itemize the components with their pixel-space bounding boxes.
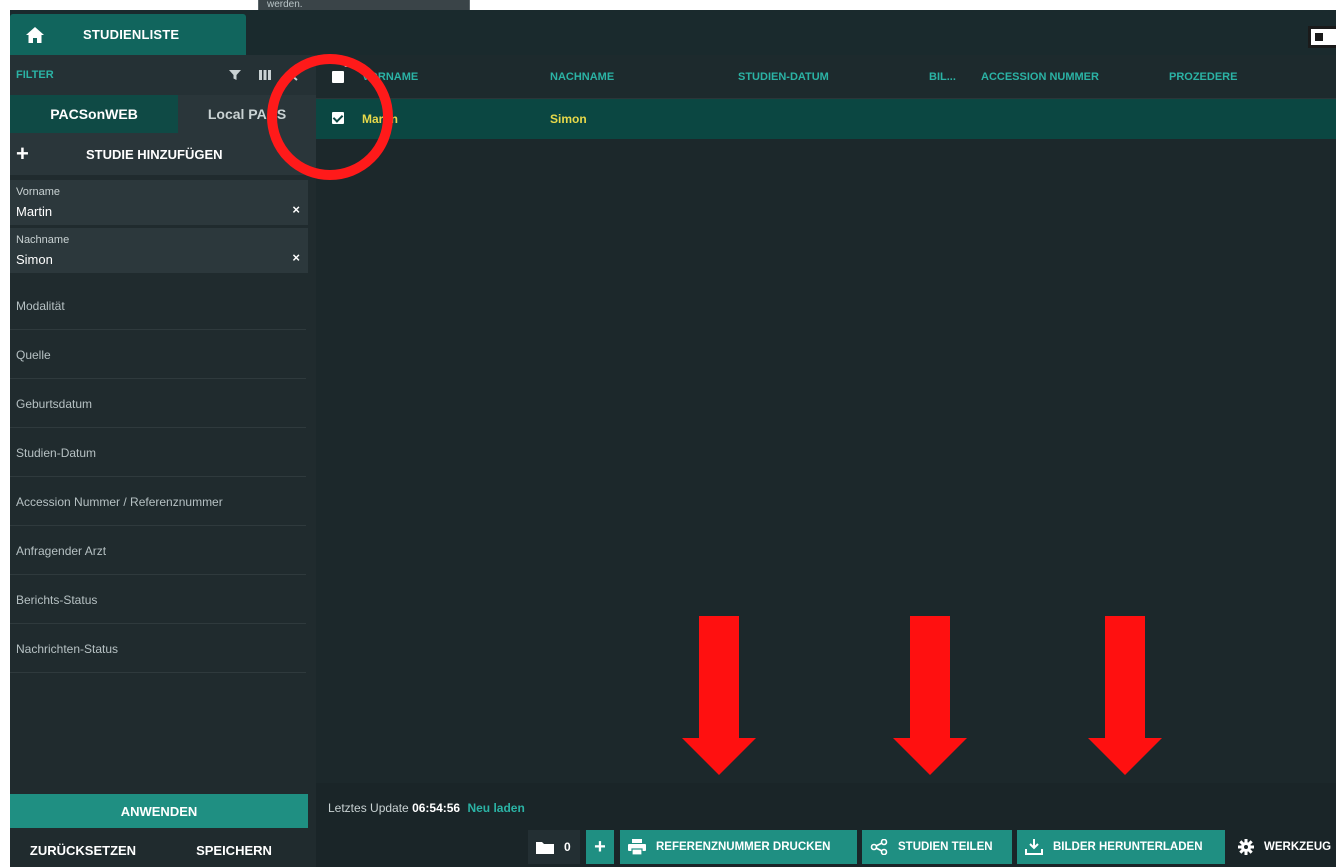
apply-button[interactable]: ANWENDEN (10, 794, 308, 828)
tab-pacsonweb[interactable]: PACSonWEB (10, 95, 178, 133)
folder-counter[interactable]: 0 (528, 830, 580, 864)
folder-count: 0 (564, 840, 571, 854)
share-studies-button[interactable]: STUDIEN TEILEN (862, 830, 1012, 864)
table-header: 1 VORNAME NACHNAME STUDIEN-DATUM BIL... … (316, 55, 1336, 99)
filter-geburtsdatum[interactable]: Geburtsdatum (10, 380, 306, 428)
gear-icon (1238, 839, 1254, 855)
row-vorname: Martin (362, 112, 398, 126)
sidebar-bottom-buttons: ZURÜCKSETZEN SPEICHERN (10, 834, 316, 867)
plus-icon: + (16, 141, 29, 166)
filter-sidebar: FILTER PACSonWEB Local PACS + STUDIE HIN… (10, 55, 316, 867)
vorname-field-value[interactable]: Martin (16, 204, 52, 219)
top-strip (0, 0, 1336, 10)
vorname-field-label: Vorname (16, 186, 61, 198)
filter-quelle[interactable]: Quelle (10, 331, 306, 379)
home-icon[interactable] (24, 25, 46, 45)
selected-count: 1 (344, 59, 350, 69)
clear-vorname-icon[interactable]: × (292, 202, 300, 217)
filter-berichts-status[interactable]: Berichts-Status (10, 576, 306, 624)
study-list: 1 VORNAME NACHNAME STUDIEN-DATUM BIL... … (316, 55, 1336, 783)
download-images-label: BILDER HERUNTERLADEN (1053, 841, 1203, 853)
last-update-time: 06:54:56 (412, 801, 461, 815)
source-tabs: PACSonWEB Local PACS (10, 95, 316, 133)
tab-studienliste-label: STUDIENLISTE (83, 27, 180, 42)
tools-button[interactable]: WERKZEUG (1232, 830, 1336, 864)
table-row[interactable]: Martin Simon (316, 99, 1336, 139)
add-study-label: STUDIE HINZUFÜGEN (86, 146, 223, 162)
print-reference-label: REFERENZNUMMER DRUCKEN (656, 841, 831, 853)
last-update: Letztes Update 06:54:56 Neu laden (328, 801, 525, 815)
print-reference-button[interactable]: REFERENZNUMMER DRUCKEN (620, 830, 857, 864)
share-icon (870, 839, 888, 855)
add-study-button[interactable]: + STUDIE HINZUFÜGEN (10, 133, 316, 175)
filter-modalitaet[interactable]: Modalität (10, 282, 306, 330)
download-images-button[interactable]: BILDER HERUNTERLADEN (1017, 830, 1225, 864)
share-studies-label: STUDIEN TEILEN (898, 841, 993, 853)
column-vorname[interactable]: VORNAME (362, 71, 418, 83)
chevron-left-icon[interactable] (288, 68, 300, 82)
filter-anfragender-arzt[interactable]: Anfragender Arzt (10, 527, 306, 575)
print-icon (628, 839, 646, 855)
clear-nachname-icon[interactable]: × (292, 250, 300, 265)
column-studien-datum[interactable]: STUDIEN-DATUM (738, 71, 829, 83)
column-accession-nummer[interactable]: ACCESSION NUMMER (981, 71, 1099, 83)
nachname-field-label: Nachname (16, 234, 70, 246)
filter-title: FILTER (16, 69, 54, 81)
folder-icon (536, 841, 554, 854)
select-all-checkbox[interactable] (332, 71, 344, 83)
tab-local-pacs[interactable]: Local PACS (178, 95, 316, 133)
column-prozedere[interactable]: PROZEDERE (1169, 71, 1237, 83)
column-bilder[interactable]: BIL... (929, 71, 956, 83)
window-toggle-icon[interactable] (1308, 26, 1336, 48)
last-update-prefix: Letztes Update (328, 801, 409, 815)
row-nachname: Simon (550, 112, 587, 126)
filter-studien-datum[interactable]: Studien-Datum (10, 429, 306, 477)
reload-link[interactable]: Neu laden (467, 801, 524, 815)
nachname-field-value[interactable]: Simon (16, 252, 53, 267)
tools-label: WERKZEUG (1264, 841, 1332, 853)
nachname-field[interactable]: Nachname Simon × (10, 228, 308, 273)
filter-header: FILTER (10, 55, 316, 95)
reset-button[interactable]: ZURÜCKSETZEN (10, 834, 156, 867)
columns-icon[interactable] (258, 68, 272, 82)
vorname-field[interactable]: Vorname Martin × (10, 180, 308, 225)
filter-icon[interactable] (228, 68, 242, 82)
tab-studienliste[interactable]: STUDIENLISTE (10, 14, 246, 55)
column-nachname[interactable]: NACHNAME (550, 71, 614, 83)
download-icon (1025, 839, 1043, 855)
add-button[interactable]: + (586, 830, 614, 864)
filter-accession-nummer[interactable]: Accession Nummer / Referenznummer (10, 478, 306, 526)
save-button[interactable]: SPEICHERN (156, 834, 312, 867)
row-checkbox[interactable] (332, 112, 344, 124)
filter-nachrichten-status[interactable]: Nachrichten-Status (10, 625, 306, 673)
